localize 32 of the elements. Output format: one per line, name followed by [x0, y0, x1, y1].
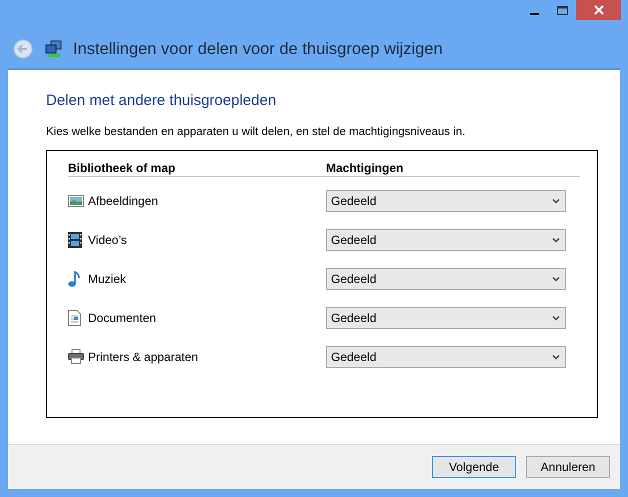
library-name: Muziek	[88, 272, 128, 286]
music-note-icon	[68, 270, 80, 286]
film-strip-icon	[68, 232, 82, 248]
permission-dropdown[interactable]: Gedeeld	[326, 228, 566, 250]
close-icon	[594, 5, 604, 15]
caret-icon	[552, 314, 560, 320]
instruction-text: Kies welke bestanden en apparaten u wilt delen, en stel de machtigingsniveaus in.	[46, 126, 466, 138]
section-heading: Delen met andere thuisgroepleden	[46, 92, 278, 109]
window-title: Instellingen voor delen voor de thuisgroep wijzigen	[73, 40, 443, 58]
permission-dropdown[interactable]: Gedeeld	[326, 306, 566, 328]
caret-icon	[552, 276, 560, 282]
library-name: Video’s	[88, 232, 128, 246]
caret-icon	[552, 354, 560, 360]
document-icon	[68, 310, 81, 326]
pictures-icon	[68, 194, 84, 208]
cancel-button[interactable]: Annuleren	[526, 456, 610, 478]
next-button[interactable]: Volgende	[432, 456, 516, 478]
caret-icon	[552, 236, 560, 242]
library-name: Documenten	[88, 310, 158, 324]
permission-dropdown[interactable]: Gedeeld	[326, 346, 566, 368]
column-header: Machtigingen	[326, 161, 404, 175]
network-computers-icon	[45, 40, 63, 58]
column-header: Bibliotheek of map	[68, 161, 176, 175]
permission-dropdown[interactable]: Gedeeld	[326, 190, 566, 212]
close-button[interactable]	[576, 0, 621, 20]
permission-dropdown[interactable]: Gedeeld	[326, 268, 566, 290]
caret-icon	[552, 198, 560, 204]
library-name: Printers & apparaten	[88, 350, 200, 364]
printer-icon	[68, 349, 84, 364]
maximize-icon	[556, 6, 568, 14]
library-name: Afbeeldingen	[88, 194, 160, 208]
minimize-icon	[530, 13, 538, 15]
